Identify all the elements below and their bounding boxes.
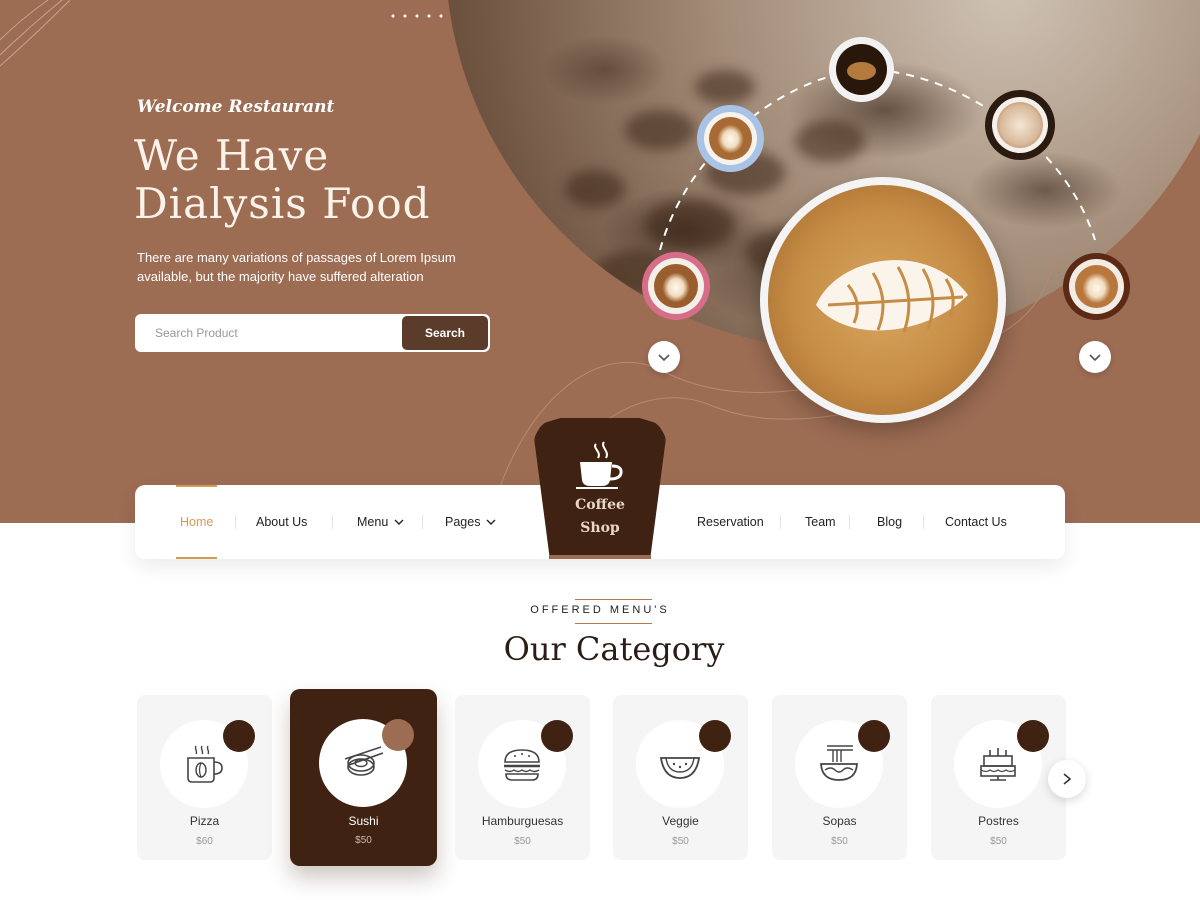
scroll-down-left-button[interactable] — [648, 341, 680, 373]
nav-item-pages-label: Pages — [445, 515, 481, 529]
search-bar: Search — [135, 314, 490, 352]
sushi-icon — [344, 746, 384, 776]
hero-subtitle: There are many variations of passages of… — [137, 250, 456, 284]
category-name: Pizza — [189, 814, 220, 828]
category-price: $50 — [831, 836, 848, 847]
search-button[interactable]: Search — [402, 316, 488, 350]
category-card-sushi[interactable]: Sushi $50 — [290, 689, 437, 866]
chevron-down-icon — [1089, 354, 1101, 362]
category-badge-dot — [1017, 720, 1049, 752]
category-price: $50 — [672, 836, 689, 847]
category-card-sopas[interactable]: Sopas $50 — [772, 695, 907, 860]
category-name: Sushi — [348, 814, 379, 828]
category-badge-dot — [699, 720, 731, 752]
small-coffee-cup-top — [829, 37, 894, 102]
category-name: Sopas — [822, 814, 857, 828]
nav-divider — [422, 515, 423, 529]
nav-item-pages[interactable]: Pages — [445, 485, 496, 559]
nav-divider — [780, 515, 781, 529]
kicker-line-bottom — [575, 623, 652, 624]
nav-divider — [235, 515, 236, 529]
welcome-tagline: Welcome Restaurant — [137, 97, 335, 117]
chevron-down-icon — [658, 354, 670, 362]
noodle-bowl-icon — [820, 745, 858, 781]
latte-art-cup — [760, 177, 1006, 423]
category-name: Postres — [978, 814, 1019, 828]
category-card-postres[interactable]: Postres $50 — [931, 695, 1066, 860]
category-card-pizza[interactable]: Pizza $60 — [137, 695, 272, 860]
search-input[interactable] — [135, 314, 402, 352]
corner-lines-decoration — [0, 0, 70, 67]
nav-item-blog[interactable]: Blog — [877, 485, 902, 559]
chevron-down-icon — [486, 519, 496, 525]
category-next-button[interactable] — [1048, 760, 1086, 798]
category-card-veggie[interactable]: Veggie $50 — [613, 695, 748, 860]
hero-title: We Have Dialysis Food — [134, 131, 431, 228]
watermelon-icon — [659, 757, 701, 779]
nav-item-home[interactable]: Home — [175, 485, 218, 559]
nav-item-about-us[interactable]: About Us — [256, 485, 307, 559]
logo-text-line2: Shop — [580, 520, 620, 536]
dot-grid-decoration — [387, 10, 445, 26]
cake-icon — [980, 748, 1016, 781]
category-price: $50 — [355, 835, 372, 846]
category-badge-dot — [541, 720, 573, 752]
nav-divider — [849, 515, 850, 529]
small-coffee-cup-right-top — [985, 90, 1055, 160]
nav-divider — [923, 515, 924, 529]
logo-text-line1: Coffee — [575, 497, 625, 513]
category-name: Veggie — [662, 814, 699, 828]
category-card-hamburguesas[interactable]: Hamburguesas $50 — [455, 695, 590, 860]
chevron-down-icon — [394, 519, 404, 525]
coffee-cup-icon — [576, 441, 623, 489]
nav-item-menu-label: Menu — [357, 515, 389, 529]
section-kicker: OFFERED MENU'S — [530, 604, 670, 616]
category-price: $50 — [990, 836, 1007, 847]
chevron-right-icon — [1063, 773, 1072, 785]
kicker-line-top — [575, 599, 652, 600]
small-coffee-cup-left-top — [697, 105, 764, 172]
nav-item-contact-us[interactable]: Contact Us — [945, 485, 1007, 559]
coffee-mug-icon — [187, 745, 223, 783]
category-badge-dot — [223, 720, 255, 752]
category-price: $50 — [514, 836, 531, 847]
burger-icon — [504, 749, 540, 781]
small-coffee-cup-left — [642, 252, 710, 320]
category-badge-dot — [858, 720, 890, 752]
section-title: Our Category — [503, 630, 725, 668]
category-badge-dot — [382, 719, 414, 751]
category-name: Hamburguesas — [481, 814, 564, 828]
logo-underline — [549, 555, 651, 559]
nav-item-menu[interactable]: Menu — [357, 485, 404, 559]
logo-text: Coffee Shop — [534, 494, 666, 540]
nav-item-team[interactable]: Team — [805, 485, 836, 559]
nav-divider — [332, 515, 333, 529]
category-price: $60 — [196, 836, 213, 847]
nav-item-reservation[interactable]: Reservation — [697, 485, 764, 559]
small-coffee-cup-right — [1063, 253, 1130, 320]
scroll-down-right-button[interactable] — [1079, 341, 1111, 373]
